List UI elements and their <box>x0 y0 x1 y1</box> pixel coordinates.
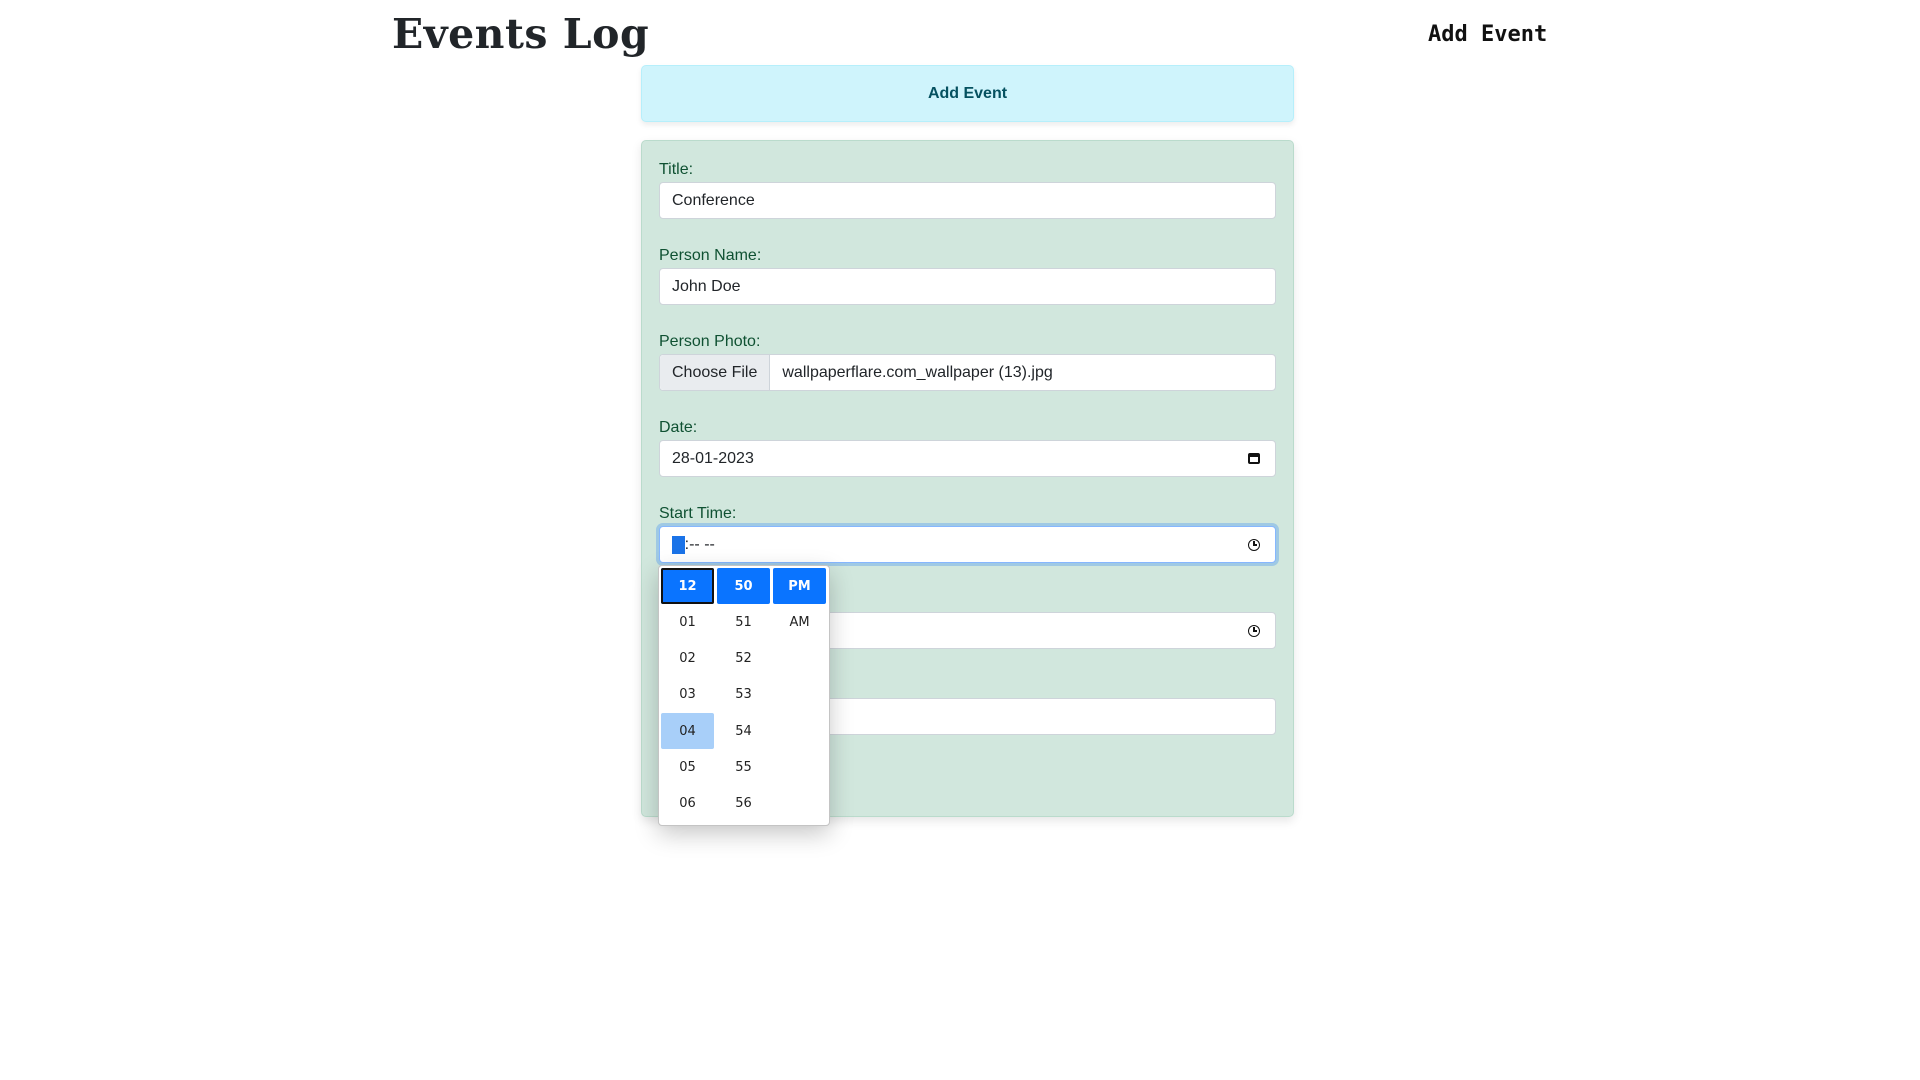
minute-column: 50 51 52 53 54 55 56 <box>717 568 770 822</box>
choose-file-button[interactable]: Choose File <box>660 355 771 390</box>
minute-option[interactable]: 54 <box>717 713 770 749</box>
minute-option[interactable]: 55 <box>717 749 770 785</box>
page: Events Log Add Event Add Event Title: Co… <box>0 0 1920 1080</box>
start-time-label: Start Time: <box>659 505 737 522</box>
minute-option[interactable]: 50 <box>717 568 770 604</box>
calendar-icon[interactable] <box>1246 451 1262 467</box>
nav-add-event-link[interactable]: Add Event <box>1428 22 1547 47</box>
start-time-input[interactable]: -- :-- -- <box>659 526 1276 563</box>
title-input[interactable]: Conference <box>659 182 1276 219</box>
period-option[interactable]: PM <box>773 568 826 604</box>
hour-column: 12 01 02 03 04 05 06 <box>661 568 714 822</box>
date-label: Date: <box>659 419 698 436</box>
hour-option[interactable]: 12 <box>661 568 714 604</box>
minute-option[interactable]: 53 <box>717 677 770 713</box>
minute-option[interactable]: 56 <box>717 786 770 822</box>
hour-option[interactable]: 04 <box>661 713 714 749</box>
minute-option[interactable]: 52 <box>717 641 770 677</box>
brand-title[interactable]: Events Log <box>392 10 649 58</box>
minute-option[interactable]: 51 <box>717 604 770 640</box>
time-picker-popup: 12 01 02 03 04 05 06 50 51 52 53 54 55 5… <box>658 565 830 826</box>
add-event-header: Add Event <box>641 65 1294 122</box>
period-column: PM AM <box>773 568 826 641</box>
hour-option[interactable]: 01 <box>661 604 714 640</box>
title-label: Title: <box>659 161 694 178</box>
start-time-rest: :-- -- <box>684 535 715 553</box>
clock-icon[interactable] <box>1246 537 1262 553</box>
person-photo-input[interactable]: Choose File wallpaperflare.com_wallpaper… <box>659 354 1276 391</box>
hour-option[interactable]: 03 <box>661 677 714 713</box>
person-name-label: Person Name: <box>659 247 762 264</box>
person-name-value: John Doe <box>672 277 741 295</box>
header-title: Add Event <box>927 84 1008 102</box>
start-hour-segment[interactable]: -- <box>672 535 685 554</box>
hour-option[interactable]: 02 <box>661 641 714 677</box>
date-input[interactable]: 28-01-2023 <box>659 440 1276 477</box>
hour-option[interactable]: 06 <box>661 786 714 822</box>
person-name-input[interactable]: John Doe <box>659 268 1276 305</box>
period-option[interactable]: AM <box>773 604 826 640</box>
hour-option[interactable]: 05 <box>661 749 714 785</box>
date-value: 28-01-2023 <box>672 449 754 467</box>
title-value: Conference <box>672 191 755 209</box>
person-photo-label: Person Photo: <box>659 333 761 350</box>
clock-icon[interactable] <box>1246 623 1262 639</box>
chosen-file-name: wallpaperflare.com_wallpaper (13).jpg <box>782 363 1053 381</box>
